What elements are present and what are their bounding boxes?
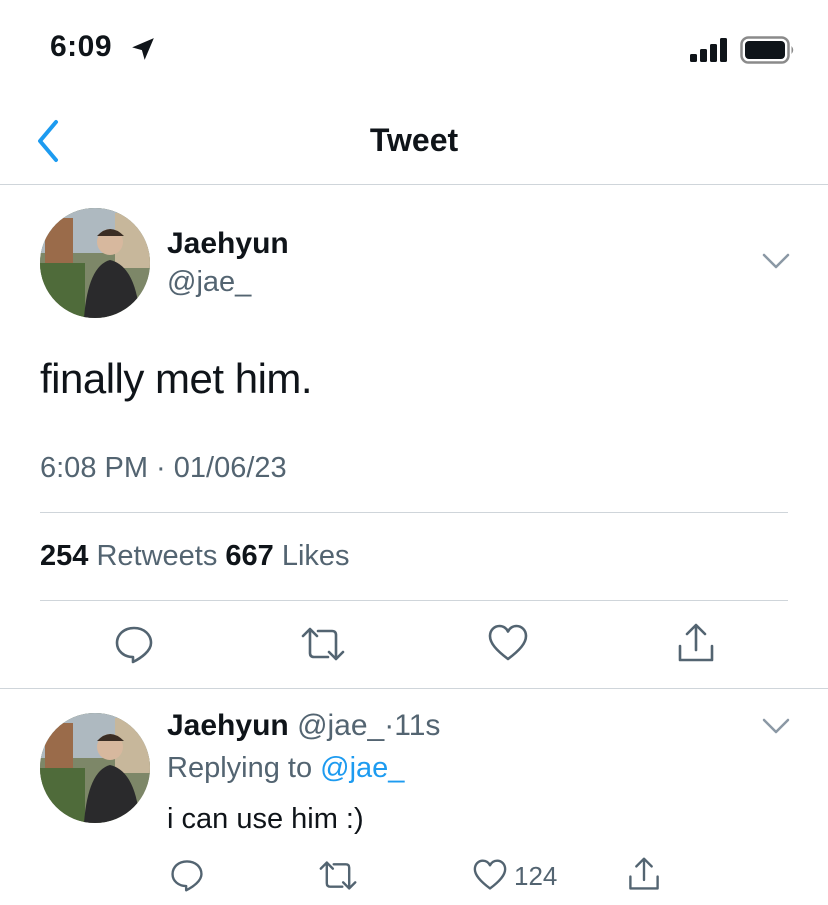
- chevron-down-icon[interactable]: [762, 252, 790, 270]
- retweets-label[interactable]: Retweets: [96, 540, 217, 572]
- likes-label[interactable]: Likes: [282, 540, 350, 572]
- status-time: 6:09: [50, 30, 113, 63]
- share-icon[interactable]: [676, 622, 716, 664]
- reply-header: Jaehyun @jae_·11s: [167, 709, 440, 743]
- display-name[interactable]: Jaehyun: [167, 227, 289, 261]
- location-arrow-icon: [132, 38, 154, 60]
- share-icon[interactable]: [627, 856, 661, 892]
- divider: [0, 688, 828, 689]
- avatar[interactable]: [40, 208, 150, 318]
- tweet-text: finally met him.: [40, 355, 313, 402]
- reply-like-count: 124: [514, 861, 558, 891]
- tweet-timestamp: 6:08 PM · 01/06/23: [40, 452, 287, 484]
- retweet-icon[interactable]: [318, 860, 358, 891]
- retweet-icon[interactable]: [300, 626, 346, 662]
- divider: [40, 600, 788, 601]
- status-bar: 6:09: [0, 0, 828, 100]
- reply-handle[interactable]: @jae_: [297, 709, 384, 742]
- reply-display-name[interactable]: Jaehyun: [167, 709, 289, 742]
- separator-dot: ·: [384, 709, 395, 742]
- cellular-signal-icon: [690, 38, 727, 62]
- reply-icon[interactable]: [114, 624, 154, 664]
- reply-text: i can use him :): [167, 803, 364, 835]
- user-handle[interactable]: @jae_: [167, 266, 251, 299]
- retweets-count[interactable]: 254: [40, 540, 88, 572]
- reply-avatar[interactable]: [40, 713, 150, 823]
- navigation-bar: Tweet: [0, 100, 828, 185]
- replying-to: Replying to @jae_: [167, 752, 404, 785]
- like-icon[interactable]: [488, 624, 528, 662]
- replying-to-label: Replying to: [167, 752, 313, 784]
- chevron-down-icon[interactable]: [762, 717, 790, 735]
- page-title: Tweet: [369, 122, 459, 158]
- reply-time: 11s: [394, 709, 441, 742]
- replying-to-link[interactable]: @jae_: [320, 752, 404, 784]
- divider: [40, 512, 788, 513]
- battery-icon: [740, 36, 794, 64]
- avatar-image: [40, 713, 150, 823]
- avatar-image: [40, 208, 150, 318]
- likes-count[interactable]: 667: [225, 540, 273, 572]
- tweet-stats: 254 Retweets 667 Likes: [40, 540, 350, 573]
- like-icon[interactable]: [473, 859, 507, 891]
- reply-icon[interactable]: [170, 858, 204, 892]
